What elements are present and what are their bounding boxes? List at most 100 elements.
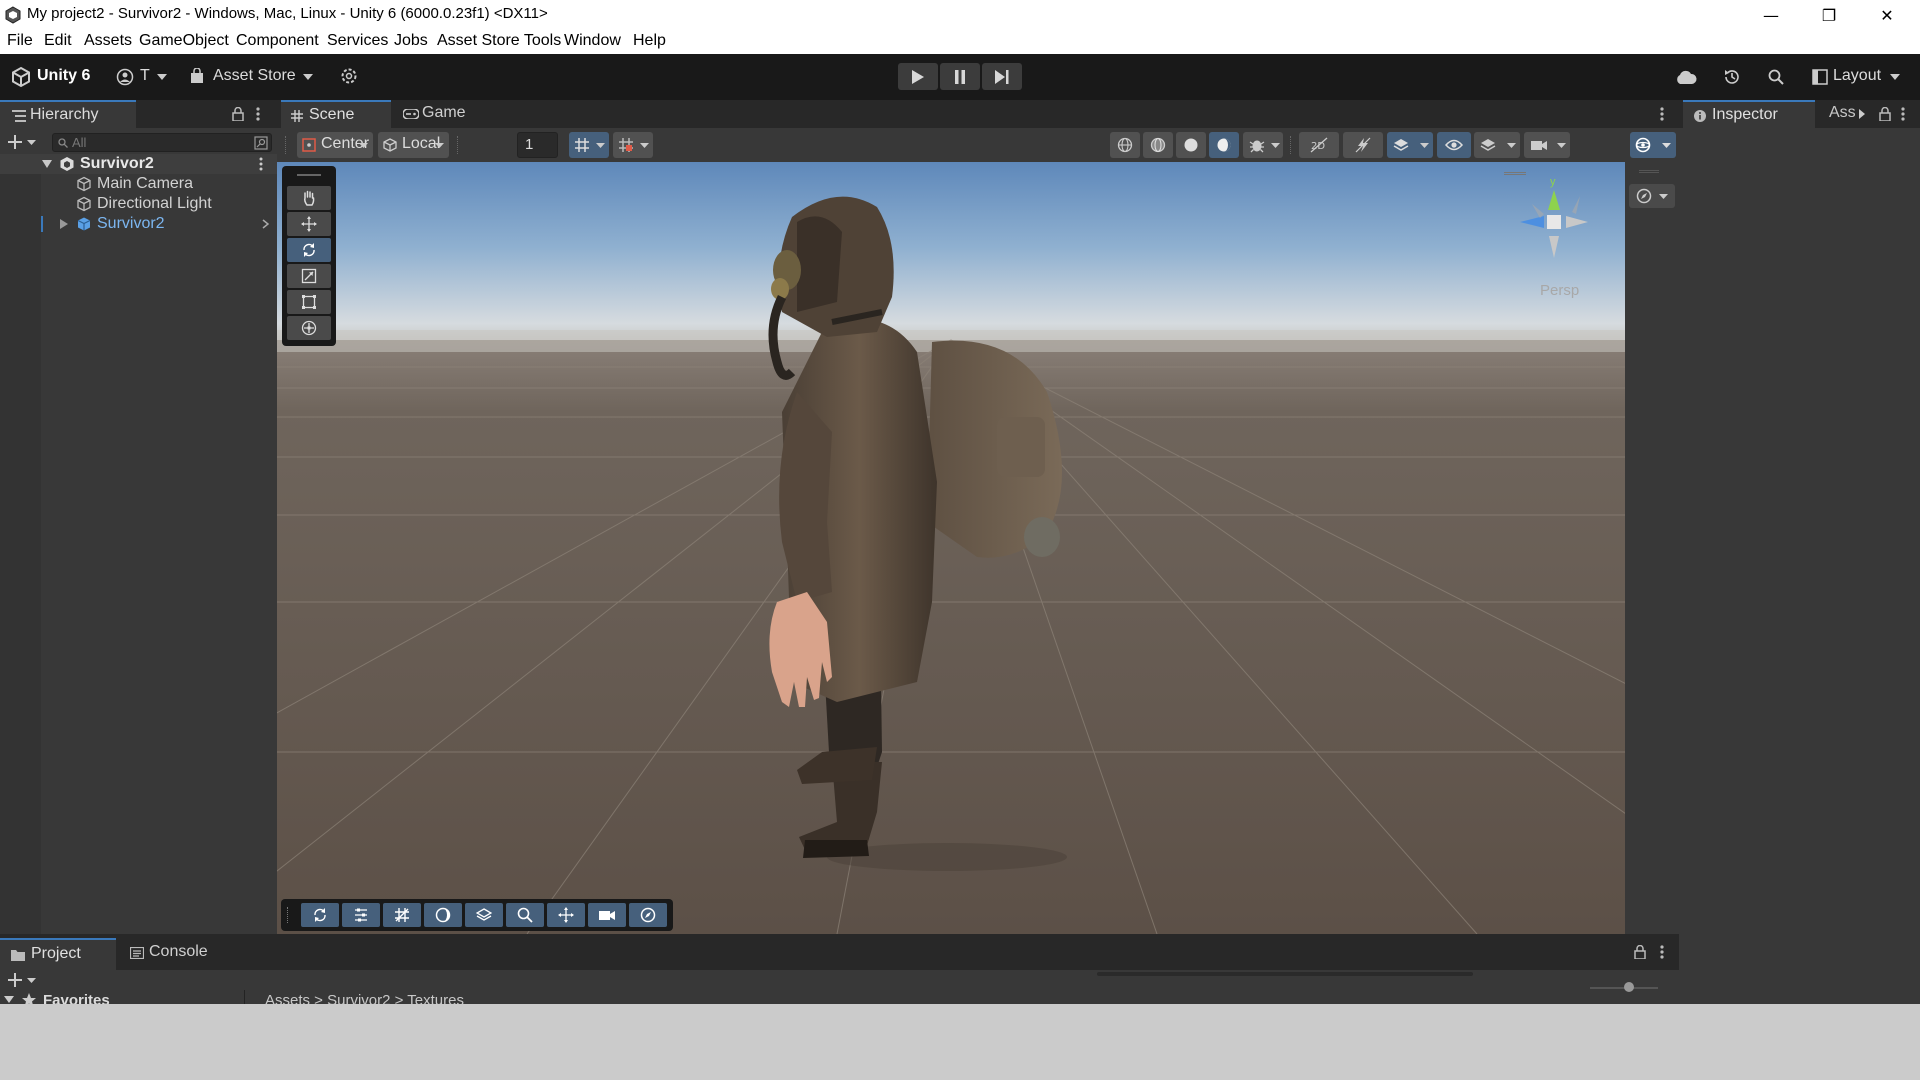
search-icon[interactable] xyxy=(1768,69,1784,85)
rotate-tool-button[interactable] xyxy=(287,238,331,262)
overlay-drag-handle[interactable] xyxy=(297,174,321,176)
kebab-menu-icon[interactable] xyxy=(1660,945,1664,959)
menu-assets[interactable]: Assets xyxy=(84,32,132,50)
settings-icon[interactable] xyxy=(340,67,358,85)
cloud-icon[interactable] xyxy=(1675,69,1697,85)
grid-snapping-toggle[interactable] xyxy=(613,132,653,158)
tab-console[interactable]: Console xyxy=(130,938,230,970)
audio-effects-toggle[interactable] xyxy=(1387,132,1433,158)
account-icon[interactable] xyxy=(116,68,134,86)
overlay-move-button[interactable] xyxy=(547,903,585,927)
plus-icon[interactable] xyxy=(8,135,22,149)
account-label[interactable]: T xyxy=(140,67,150,85)
gizmo-drag-handle[interactable] xyxy=(1504,172,1526,175)
kebab-menu-icon[interactable] xyxy=(1901,107,1905,121)
tab-scroll-right-icon[interactable] xyxy=(1859,109,1865,119)
move-tool-button[interactable] xyxy=(287,212,331,236)
breadcrumb[interactable]: Assets > Survivor2 > Textures xyxy=(265,992,464,1004)
panel-splitter[interactable] xyxy=(244,990,248,1004)
tab-project[interactable]: Project xyxy=(0,938,116,970)
projection-mode-label[interactable]: Persp xyxy=(1540,282,1579,299)
draw-mode-shaded-wireframe-button[interactable] xyxy=(1143,132,1173,158)
hand-tool-button[interactable] xyxy=(287,186,331,210)
hierarchy-item-survivor2[interactable]: Survivor2 xyxy=(0,214,277,234)
scene-viewport[interactable] xyxy=(277,162,1625,934)
lock-icon[interactable] xyxy=(232,107,244,121)
kebab-menu-icon[interactable] xyxy=(256,107,260,121)
zoom-slider-thumb[interactable] xyxy=(1624,982,1634,992)
overlay-grid-button[interactable] xyxy=(383,903,421,927)
search-filter-icon[interactable] xyxy=(254,136,268,150)
menu-component[interactable]: Component xyxy=(236,32,319,50)
play-button[interactable] xyxy=(898,63,938,90)
overlay-shading-button[interactable] xyxy=(424,903,462,927)
gizmos-dropdown[interactable] xyxy=(1630,132,1676,158)
lock-icon[interactable] xyxy=(1879,107,1891,121)
menu-asset-store-tools[interactable]: Asset Store Tools xyxy=(437,32,561,50)
chevron-right-icon[interactable] xyxy=(262,219,269,229)
layers-visibility-dropdown[interactable] xyxy=(1474,132,1520,158)
plus-icon[interactable] xyxy=(8,973,22,987)
overlay-drag-handle[interactable] xyxy=(287,907,289,923)
tab-asset-store-label[interactable]: Ass xyxy=(1829,104,1856,122)
overlay-compass-button[interactable] xyxy=(629,903,667,927)
grid-visibility-toggle[interactable] xyxy=(569,132,609,158)
tab-inspector[interactable]: Inspector xyxy=(1683,100,1815,128)
overlay-layers-button[interactable] xyxy=(465,903,503,927)
hierarchy-item-directional-light[interactable]: Directional Light xyxy=(0,194,277,214)
menu-window[interactable]: Window xyxy=(564,32,621,50)
draw-mode-wireframe-button[interactable] xyxy=(1110,132,1140,158)
2d-toggle-button[interactable]: 2D xyxy=(1299,132,1339,158)
scene-visibility-toggle[interactable] xyxy=(1437,132,1471,158)
pivot-mode-dropdown[interactable]: Center xyxy=(297,132,373,158)
pause-button[interactable] xyxy=(940,63,980,90)
menu-edit[interactable]: Edit xyxy=(44,32,72,50)
drag-handle[interactable] xyxy=(285,136,287,154)
favorites-label[interactable]: Favorites xyxy=(43,992,110,1004)
kebab-menu-icon[interactable] xyxy=(259,157,263,171)
scale-tool-button[interactable] xyxy=(287,264,331,288)
grid-snap-input[interactable]: 1 xyxy=(517,132,558,158)
step-button[interactable] xyxy=(982,63,1022,90)
menu-help[interactable]: Help xyxy=(633,32,666,50)
overlay-camera-button[interactable] xyxy=(588,903,626,927)
lock-icon[interactable] xyxy=(1634,945,1646,959)
restore-button[interactable]: ❐ xyxy=(1800,0,1858,30)
draw-mode-shaded-button[interactable] xyxy=(1209,132,1239,158)
unity-brand-label[interactable]: Unity 6 xyxy=(37,67,90,85)
kebab-menu-icon[interactable] xyxy=(1660,107,1664,121)
transform-tool-button[interactable] xyxy=(287,316,331,340)
rect-tool-button[interactable] xyxy=(287,290,331,314)
camera-settings-dropdown[interactable] xyxy=(1524,132,1570,158)
asset-store-button[interactable]: Asset Store xyxy=(213,67,296,85)
overlay-rotate-button[interactable] xyxy=(301,903,339,927)
menu-jobs[interactable]: Jobs xyxy=(394,32,428,50)
pivot-rotation-dropdown[interactable]: Local xyxy=(378,132,449,158)
overlay-menu-dropdown[interactable] xyxy=(1629,184,1675,208)
drag-handle[interactable] xyxy=(457,136,459,154)
expand-arrow-icon[interactable] xyxy=(4,994,14,1004)
drag-handle[interactable] xyxy=(1290,136,1292,154)
tab-game[interactable]: Game xyxy=(401,100,491,128)
hierarchy-search-input[interactable]: All xyxy=(52,133,272,152)
debug-draw-mode-button[interactable] xyxy=(1243,132,1283,158)
minimize-button[interactable]: — xyxy=(1742,0,1800,30)
overlay-settings-button[interactable] xyxy=(342,903,380,927)
history-icon[interactable] xyxy=(1723,68,1741,86)
lighting-toggle-button[interactable] xyxy=(1343,132,1383,158)
layout-dropdown[interactable]: Layout xyxy=(1833,67,1881,85)
hierarchy-item-main-camera[interactable]: Main Camera xyxy=(0,174,277,194)
scene-row[interactable]: Survivor2 xyxy=(0,154,277,174)
orientation-gizmo[interactable]: y xyxy=(1500,172,1590,262)
overlay-search-button[interactable] xyxy=(506,903,544,927)
draw-mode-unlit-button[interactable] xyxy=(1176,132,1206,158)
project-search-input[interactable] xyxy=(1097,972,1473,976)
menu-gameobject[interactable]: GameObject xyxy=(139,32,229,50)
close-button[interactable]: ✕ xyxy=(1858,0,1916,30)
tab-hierarchy[interactable]: Hierarchy xyxy=(0,100,136,128)
tab-scene[interactable]: Scene xyxy=(281,100,391,128)
collapse-arrow-icon[interactable] xyxy=(60,219,68,229)
menu-file[interactable]: File xyxy=(7,32,33,50)
menu-services[interactable]: Services xyxy=(327,32,388,50)
overlay-drag-handle[interactable] xyxy=(1639,170,1659,173)
